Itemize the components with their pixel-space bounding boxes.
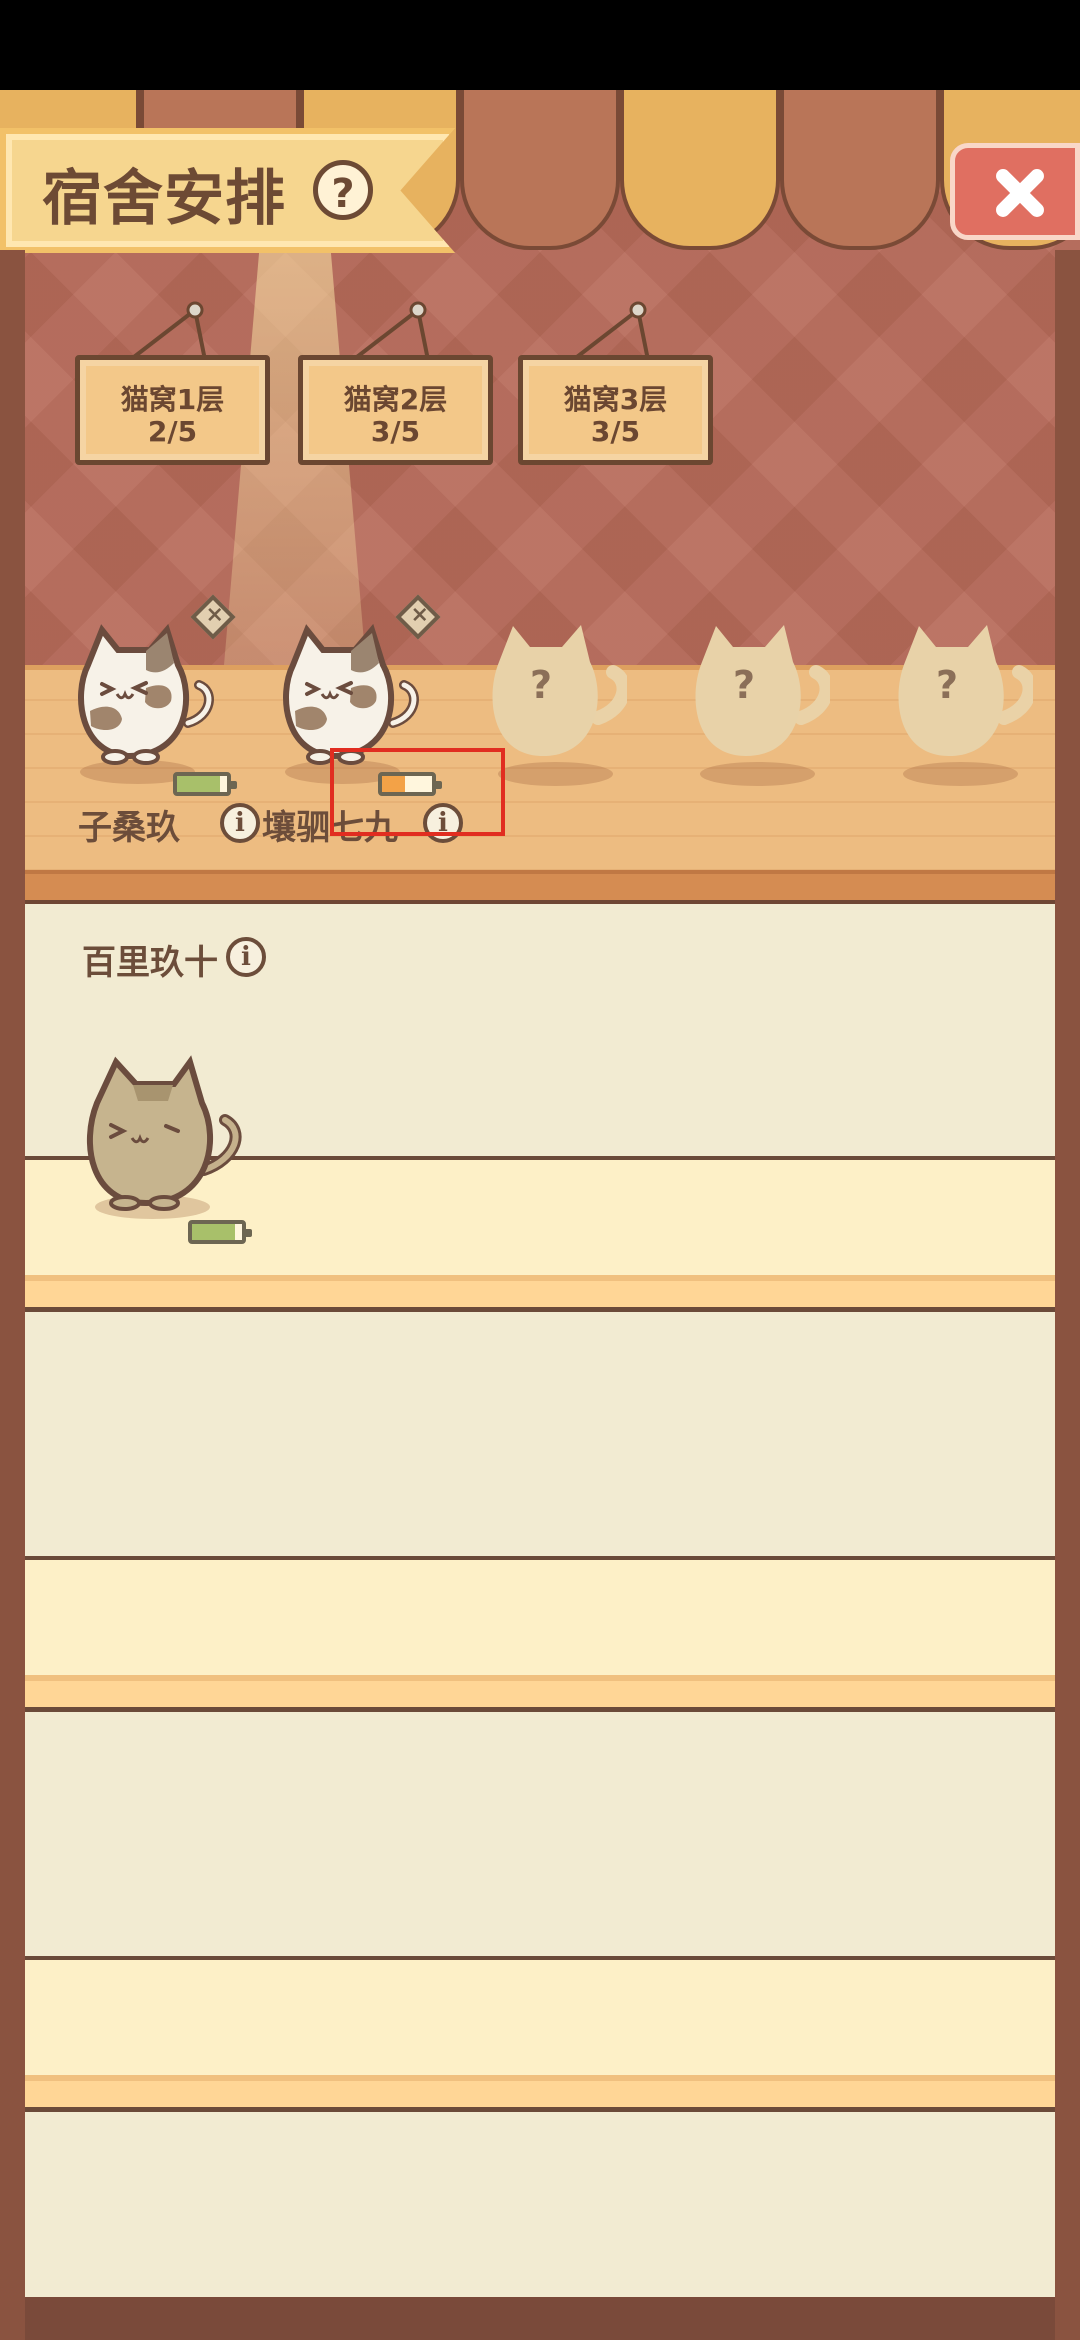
info-icon[interactable]: i xyxy=(226,937,266,977)
close-button[interactable] xyxy=(950,143,1080,240)
room-sign-count: 2/5 xyxy=(147,415,198,448)
left-wall xyxy=(0,250,25,2340)
available-cat-baijiushi[interactable] xyxy=(78,1045,248,1215)
right-wall xyxy=(1055,250,1080,2340)
awning-stripe-4 xyxy=(460,90,620,250)
available-cat-name: 百里玖十 xyxy=(82,943,218,983)
cat-rangsiqijiu[interactable] xyxy=(275,615,420,770)
cat-name: 子桑玖 xyxy=(78,808,180,848)
empty-slot-question: ? xyxy=(935,663,959,707)
tabby-cat-image xyxy=(86,1055,242,1211)
close-icon: × xyxy=(205,602,224,628)
page-title: 宿舍安排 xyxy=(42,164,286,234)
cat-zisangjiu[interactable] xyxy=(70,615,215,770)
cat-shadow xyxy=(903,762,1018,786)
status-bar xyxy=(0,0,1080,90)
room-sign-3[interactable]: 猫窝3层 3/5 xyxy=(518,355,713,465)
calico-cat-image xyxy=(78,623,214,765)
help-button[interactable]: ? xyxy=(313,160,373,220)
cat-shadow xyxy=(498,762,613,786)
cat-shadow xyxy=(700,762,815,786)
room-sign-name: 猫窝2层 xyxy=(343,383,448,416)
shelf-row-3 xyxy=(25,1956,1055,2112)
empty-cat-slot[interactable]: ? xyxy=(685,610,830,765)
room-sign-2[interactable]: 猫窝2层 3/5 xyxy=(298,355,493,465)
room-sign-1[interactable]: 猫窝1层 2/5 xyxy=(75,355,270,465)
empty-slot-question: ? xyxy=(529,663,553,707)
highlight-box xyxy=(330,748,505,836)
battery-fill xyxy=(177,776,220,792)
question-mark-icon: ? xyxy=(331,171,355,217)
energy-battery xyxy=(188,1220,252,1244)
awning-stripe-6 xyxy=(780,90,940,250)
info-icon[interactable]: i xyxy=(220,803,260,843)
energy-battery xyxy=(173,772,237,796)
empty-cat-slot[interactable]: ? xyxy=(482,610,627,765)
awning-stripe-5 xyxy=(620,90,780,250)
room-sign-count: 3/5 xyxy=(590,415,641,448)
shelf-row-2 xyxy=(25,1556,1055,1712)
empty-slot-question: ? xyxy=(732,663,756,707)
room-sign-name: 猫窝3层 xyxy=(563,383,668,416)
close-icon: × xyxy=(410,602,429,628)
battery-fill xyxy=(192,1224,235,1240)
calico-cat-image xyxy=(283,623,419,765)
room-sign-count: 3/5 xyxy=(370,415,421,448)
empty-cat-slot[interactable]: ? xyxy=(888,610,1033,765)
room-sign-name: 猫窝1层 xyxy=(120,383,225,416)
dorm-arrangement-screen: 宿舍安排 ? 猫窝1层 2/5 猫窝2层 3/5 猫窝3层 3/5 × 子桑玖 … xyxy=(0,0,1080,2340)
